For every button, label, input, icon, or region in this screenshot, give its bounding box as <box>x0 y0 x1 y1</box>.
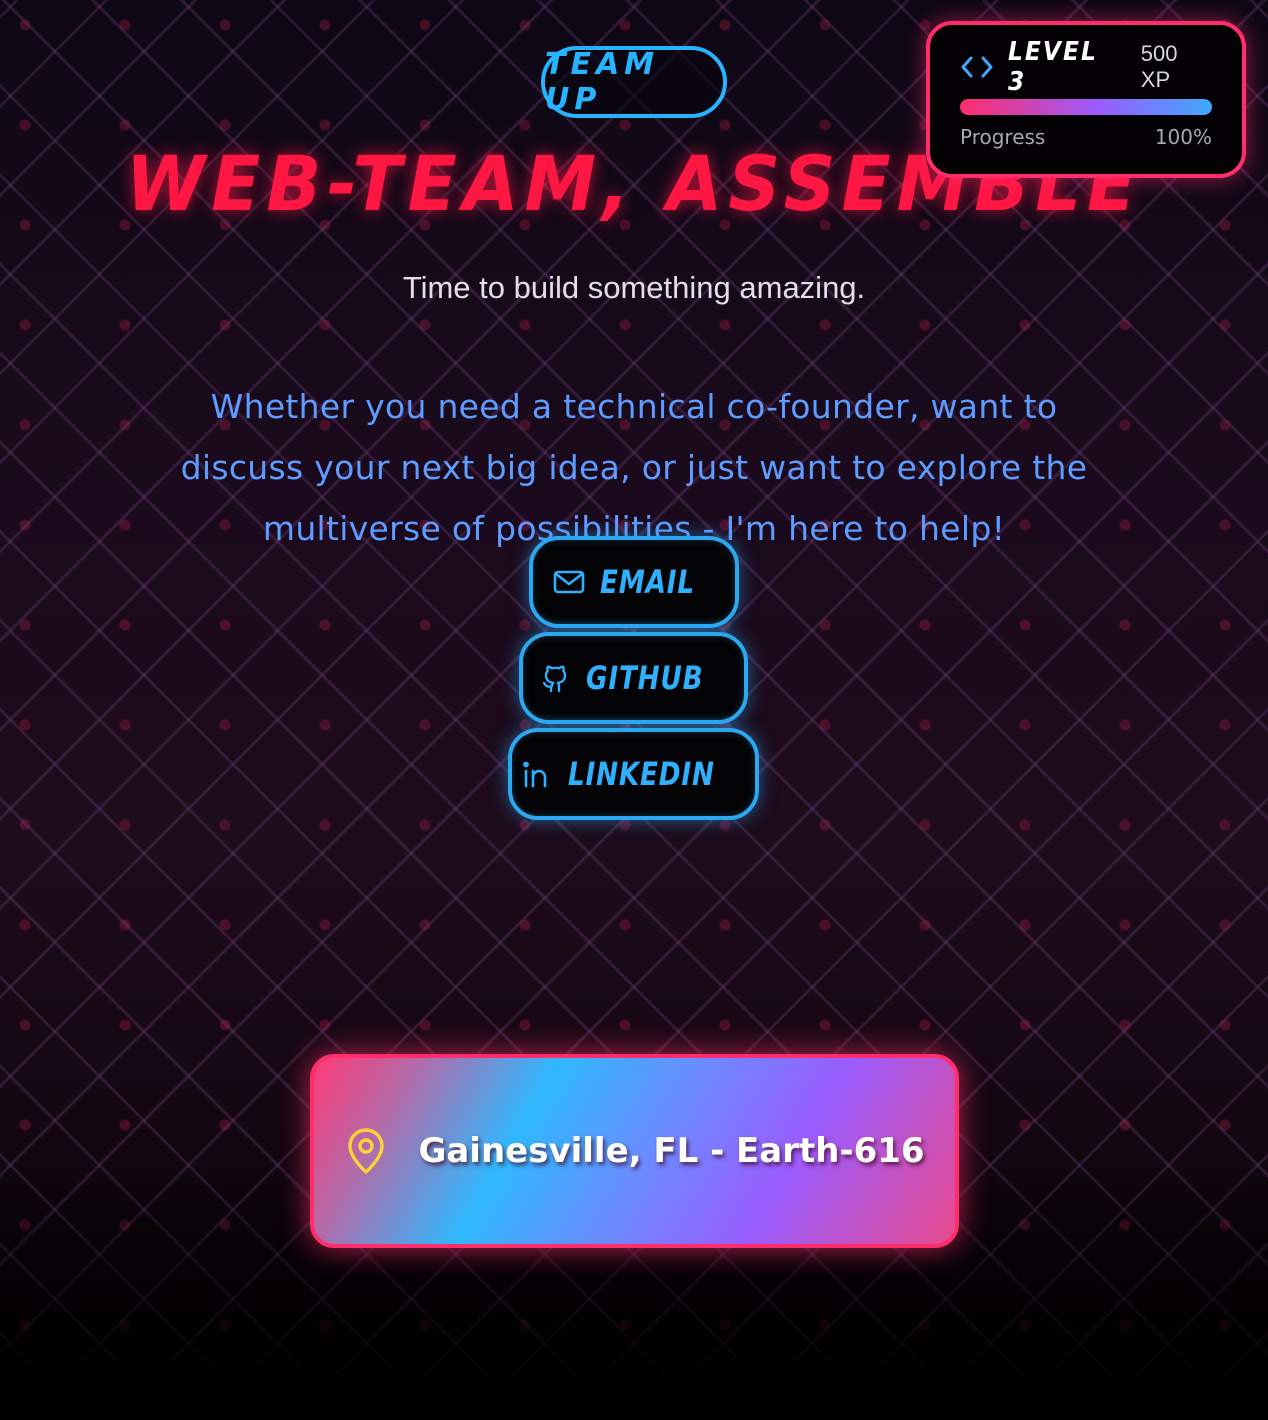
xp-progress-row: Progress 100% <box>960 125 1212 149</box>
xp-amount: 500 XP <box>1140 41 1178 92</box>
xp-card: LEVEL 3 500 XP Progress 100% <box>926 21 1246 178</box>
email-button[interactable]: EMAIL <box>529 536 739 628</box>
github-button[interactable]: GITHUB <box>519 632 748 724</box>
page-subtitle: Time to build something amazing. <box>402 270 866 305</box>
mail-icon <box>553 570 585 594</box>
code-icon <box>960 53 994 81</box>
intro-paragraph: Whether you need a technical co-founder,… <box>180 387 1088 548</box>
xp-progress-fill <box>960 99 1212 115</box>
progress-value: 100% <box>1154 125 1212 149</box>
xp-card-header: LEVEL 3 500 XP <box>960 37 1212 97</box>
email-button-label: EMAIL <box>600 563 696 601</box>
linkedin-button[interactable]: LINKEDIN <box>508 728 759 820</box>
team-up-badge: TEAM UP <box>541 46 727 118</box>
level-label: LEVEL 3 <box>1008 37 1098 97</box>
map-pin-icon <box>344 1127 388 1175</box>
progress-label: Progress <box>960 125 1046 149</box>
github-button-label: GITHUB <box>585 659 704 697</box>
location-text: Gainesville, FL - Earth-616 <box>418 1131 925 1171</box>
linkedin-button-label: LINKEDIN <box>568 755 715 793</box>
badge-label: TEAM UP <box>545 47 660 117</box>
linkedin-icon <box>523 761 547 788</box>
github-icon <box>542 665 567 693</box>
location-card: Gainesville, FL - Earth-616 <box>310 1054 959 1248</box>
xp-progress-bar <box>960 99 1212 115</box>
